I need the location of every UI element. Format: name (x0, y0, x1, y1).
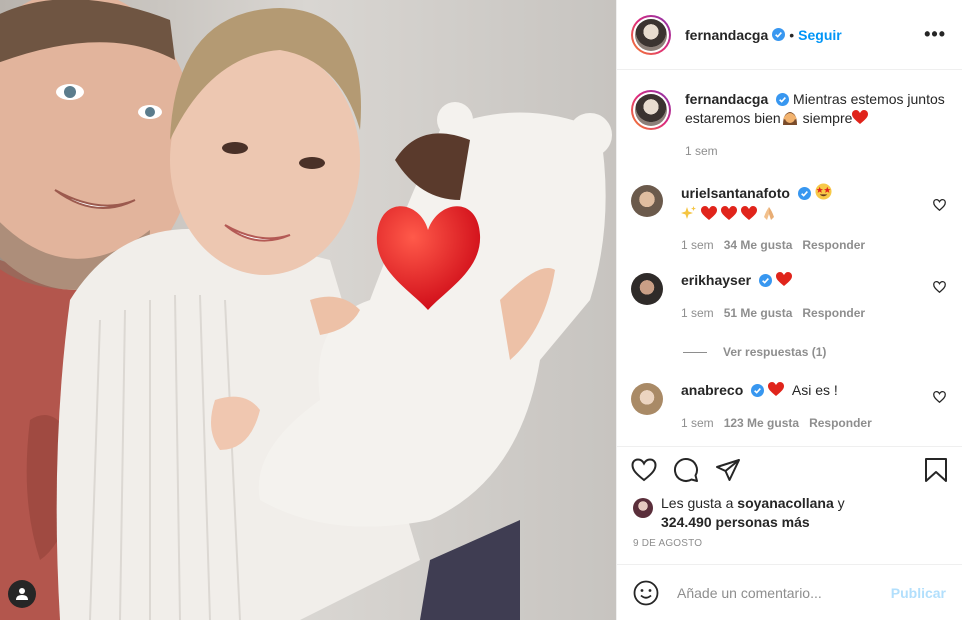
comment-time[interactable]: 1 sem (681, 306, 714, 320)
share-paper-plane-icon[interactable] (715, 458, 741, 482)
header-separator: • (789, 26, 795, 43)
reply-button[interactable]: Responder (802, 306, 865, 320)
post-photo[interactable] (0, 0, 616, 620)
comment-text: Asi es ! (791, 382, 838, 398)
caption: fernandacga Mientras estemos juntos esta… (631, 90, 946, 161)
comment-bubble-icon[interactable] (673, 457, 699, 483)
comment-time[interactable]: 1 sem (681, 416, 714, 430)
likes-count[interactable]: 324.490 personas más (661, 514, 810, 530)
comment-item: erikhayser 1 sem 51 Me gusta Responder (631, 271, 946, 323)
comment-username[interactable]: urielsantanafoto (681, 185, 790, 201)
red-heart-emoji-icon (700, 206, 717, 220)
more-options-icon[interactable]: ••• (924, 24, 946, 45)
likes-user[interactable]: soyanacollana (737, 495, 834, 511)
like-heart-icon[interactable] (631, 457, 657, 482)
caption-avatar[interactable] (631, 90, 671, 130)
user-icon (16, 588, 28, 600)
view-replies-button[interactable]: Ver respuestas (1) (683, 345, 946, 359)
post-date[interactable]: 9 DE AGOSTO (617, 532, 962, 564)
likes-summary: Les gusta a soyanacollana y 324.490 pers… (617, 492, 962, 532)
red-heart-emoji-icon (720, 206, 737, 220)
likes-and: y (833, 495, 845, 511)
reply-button[interactable]: Responder (802, 238, 865, 252)
post-header: fernandacga • Seguir ••• (617, 0, 962, 70)
save-bookmark-icon[interactable] (924, 457, 948, 483)
verified-badge-icon (751, 384, 765, 397)
like-comment-heart-icon[interactable] (933, 391, 946, 403)
folded-hands-emoji-icon (763, 207, 774, 220)
like-comment-heart-icon[interactable] (933, 199, 946, 211)
caption-username[interactable]: fernandacga (685, 91, 768, 107)
comment-composer: Publicar (617, 564, 962, 620)
red-heart-emoji-icon (768, 382, 785, 396)
comment-likes[interactable]: 51 Me gusta (724, 306, 793, 320)
post-sidebar: fernandacga • Seguir ••• fernandacga Mie… (616, 0, 962, 620)
comment-input[interactable] (675, 583, 891, 602)
caption-text-end: siempre (798, 110, 853, 126)
comment-emoji-text (681, 205, 920, 224)
liker-avatar[interactable] (633, 498, 653, 518)
red-heart-emoji-icon (775, 272, 792, 286)
comment-username[interactable]: erikhayser (681, 272, 751, 288)
comment-avatar[interactable] (631, 273, 663, 305)
red-heart-emoji-icon (740, 206, 757, 220)
like-comment-heart-icon[interactable] (933, 281, 946, 293)
comment-item: urielsantanafoto 1 sem 34 Me gusta Respond… (631, 183, 946, 255)
comment-avatar[interactable] (631, 185, 663, 217)
verified-badge-icon (772, 28, 786, 41)
sparkles-emoji-icon (681, 206, 696, 219)
comment-username[interactable]: anabreco (681, 382, 743, 398)
tagged-users-button[interactable] (8, 580, 36, 608)
view-replies-label: Ver respuestas (1) (723, 345, 827, 359)
reply-button[interactable]: Responder (809, 416, 872, 430)
verified-badge-icon (758, 274, 772, 287)
verified-badge-icon (776, 93, 790, 106)
star-struck-emoji-icon (815, 183, 832, 200)
comment-avatar[interactable] (631, 383, 663, 415)
caption-time[interactable]: 1 sem (685, 144, 718, 158)
comment-likes[interactable]: 123 Me gusta (724, 416, 799, 430)
comment-item: anabreco Asi es ! 1 sem 123 Me gusta Respo… (631, 381, 946, 433)
comment-time[interactable]: 1 sem (681, 238, 714, 252)
photo-illustration (0, 0, 616, 620)
emoji-smiley-icon[interactable] (633, 580, 659, 606)
publish-button[interactable]: Publicar (891, 585, 946, 601)
hugging-emoji-icon (782, 112, 797, 125)
verified-badge-icon (797, 187, 811, 200)
likes-prefix: Les gusta a (661, 495, 738, 511)
follow-button[interactable]: Seguir (798, 27, 842, 43)
red-heart-emoji-icon (852, 110, 869, 124)
comment-likes[interactable]: 34 Me gusta (724, 238, 793, 252)
comments-list[interactable]: fernandacga Mientras estemos juntos esta… (617, 70, 962, 446)
author-avatar[interactable] (631, 14, 671, 55)
author-username[interactable]: fernandacga (685, 27, 768, 43)
post-actions (617, 446, 962, 492)
